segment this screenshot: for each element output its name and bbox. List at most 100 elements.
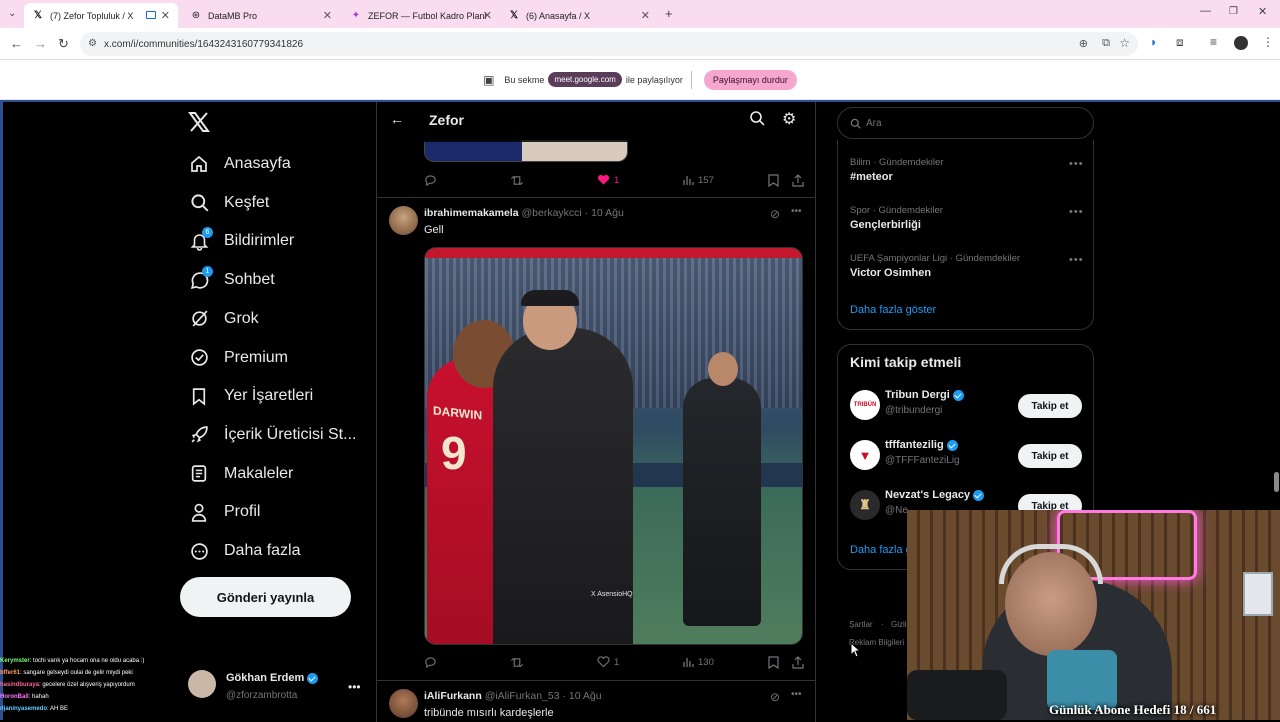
sidebar-item-1[interactable]: Anasayfa xyxy=(188,145,291,183)
post-more-icon[interactable]: ••• xyxy=(791,689,802,700)
window-close-icon[interactable]: ✕ xyxy=(1258,5,1267,18)
trend-name[interactable]: Gençlerbirliği xyxy=(850,219,921,231)
follow-show-more[interactable]: Daha fazla g xyxy=(850,544,912,556)
tab-close-icon[interactable]: ✕ xyxy=(483,9,492,22)
prev-post-image[interactable] xyxy=(424,140,628,162)
post-more-icon[interactable]: ••• xyxy=(791,206,802,217)
sidebar-item-7[interactable]: Yer İşaretleri xyxy=(188,377,313,415)
follow-button[interactable]: Takip et xyxy=(1018,394,1082,418)
post-author-name[interactable]: iAliFurkann xyxy=(424,690,482,702)
tab-search-icon[interactable]: ⌄ xyxy=(8,8,16,19)
post-avatar[interactable] xyxy=(389,206,418,235)
trend-more-icon[interactable]: ••• xyxy=(1069,158,1084,170)
cast-icon[interactable]: ⧉ xyxy=(1102,37,1110,50)
follow-name[interactable]: Nevzat's Legacy xyxy=(885,489,985,501)
like-button[interactable]: 1 xyxy=(597,656,619,668)
repost-icon[interactable] xyxy=(510,656,528,669)
x-logo-icon[interactable] xyxy=(187,110,213,136)
tab-close-icon[interactable]: ✕ xyxy=(161,9,170,22)
footer-privacy-link[interactable]: Gizlil xyxy=(891,620,908,629)
post-author-name[interactable]: ibrahimemakamela xyxy=(424,207,519,219)
search-box[interactable] xyxy=(837,107,1094,139)
sidebar-item-6[interactable]: Premium xyxy=(188,339,288,377)
share-icon[interactable] xyxy=(792,656,808,669)
sidebar-item-label: Grok xyxy=(224,309,259,327)
trend-more-icon[interactable]: ••• xyxy=(1069,206,1084,218)
views-button[interactable]: 157 xyxy=(682,174,714,186)
sidebar-item-4[interactable]: 1 Sohbet xyxy=(188,261,275,299)
chat-message: Kerymster: tochi varık ya hocam ona ne o… xyxy=(0,655,180,667)
bookmark-icon[interactable] xyxy=(768,174,783,187)
follow-handle: @Ne xyxy=(885,505,908,516)
like-button[interactable]: 1 xyxy=(597,174,619,186)
browser-tab[interactable]: ✦ ZEFOR — Futbol Kadro Planlam ✕ xyxy=(342,3,500,28)
bookmark-star-icon[interactable]: ☆ xyxy=(1119,36,1130,50)
new-tab-icon[interactable]: + xyxy=(665,6,673,21)
post-avatar[interactable] xyxy=(389,689,418,718)
trends-show-more[interactable]: Daha fazla göster xyxy=(850,304,936,316)
extension-icon[interactable]: ◗ xyxy=(1150,35,1157,49)
repost-icon[interactable] xyxy=(510,174,528,187)
restore-icon[interactable]: ❐ xyxy=(1229,6,1238,17)
views-button[interactable]: 130 xyxy=(682,656,714,668)
search-input[interactable] xyxy=(866,117,1066,129)
sidebar-item-8[interactable]: İçerik Üreticisi St... xyxy=(188,416,356,454)
reading-list-icon[interactable]: ≡ xyxy=(1210,35,1217,49)
post-media-video[interactable]: DARWIN 9 X AsensioHQ xyxy=(424,247,803,645)
post-button[interactable]: Gönderi yayınla xyxy=(180,577,351,617)
video-watermark: X AsensioHQ xyxy=(591,591,633,598)
grok-post-icon[interactable]: ⊘ xyxy=(770,690,780,704)
minimize-icon[interactable]: — xyxy=(1200,5,1211,17)
follow-avatar[interactable]: TRIBÜN xyxy=(850,390,880,420)
back-arrow-icon[interactable]: ← xyxy=(390,111,404,127)
post-date[interactable]: · 10 Ağu xyxy=(585,207,624,219)
follow-avatar[interactable]: ▼ xyxy=(850,440,880,470)
follow-name[interactable]: Tribun Dergi xyxy=(885,389,964,401)
header-search-icon[interactable] xyxy=(749,110,765,131)
account-more-icon[interactable]: ••• xyxy=(348,680,361,694)
sidebar-item-11[interactable]: Daha fazla xyxy=(188,532,301,570)
zoom-icon[interactable]: ⊕ xyxy=(1079,37,1088,50)
post-author-handle[interactable]: @berkaykcci xyxy=(521,207,581,219)
trend-more-icon[interactable]: ••• xyxy=(1069,254,1084,266)
browser-tab[interactable]: ⊛ DataMB Pro ✕ xyxy=(182,3,340,28)
browser-tab-active[interactable]: 𝕏 (7) Zefor Topluluk / X ✕ xyxy=(24,3,178,28)
bookmark-icon[interactable] xyxy=(768,656,783,669)
browser-tab[interactable]: 𝕏 (6) Anasayfa / X ✕ xyxy=(500,3,658,28)
follow-name[interactable]: tfffantezilig xyxy=(885,439,958,451)
sidebar-item-2[interactable]: Keşfet xyxy=(188,184,269,222)
who-to-follow-title: Kimi takip etmeli xyxy=(850,354,962,370)
reply-icon[interactable] xyxy=(424,174,441,187)
tab-close-icon[interactable]: ✕ xyxy=(323,9,332,22)
site-info-icon[interactable]: ⚙ xyxy=(88,38,97,49)
back-icon[interactable]: ← xyxy=(10,36,23,51)
sidebar-item-3[interactable]: 6 Bildirimler xyxy=(188,222,294,260)
share-domain-chip: meet.google.com xyxy=(548,72,622,87)
sidebar-item-5[interactable]: Grok xyxy=(188,300,259,338)
post-date[interactable]: · 10 Ağu xyxy=(562,690,601,702)
follow-avatar[interactable]: ♜ xyxy=(850,490,880,520)
account-switcher[interactable]: Gökhan Erdem xyxy=(226,672,319,684)
trend-name[interactable]: Victor Osimhen xyxy=(850,267,931,279)
header-settings-icon[interactable]: ⚙ xyxy=(782,109,796,129)
chat-message: hasindburaya: gecelere özel alışveriş ya… xyxy=(0,679,180,691)
follow-button[interactable]: Takip et xyxy=(1018,444,1082,468)
reply-icon[interactable] xyxy=(424,656,441,669)
grok-post-icon[interactable]: ⊘ xyxy=(770,207,780,221)
stop-sharing-button[interactable]: Paylaşmayı durdur xyxy=(703,69,797,90)
trend-name[interactable]: #meteor xyxy=(850,171,893,183)
profile-avatar[interactable] xyxy=(1234,36,1248,50)
reload-icon[interactable]: ↻ xyxy=(58,36,69,52)
puzzle-icon[interactable]: ⧈ xyxy=(1176,35,1184,50)
sidebar-item-9[interactable]: Makaleler xyxy=(188,455,293,493)
address-bar[interactable]: ⚙ x.com/i/communities/164324316077934182… xyxy=(80,32,1138,56)
footer-terms-link[interactable]: Şartlar xyxy=(849,620,873,629)
sidebar-item-10[interactable]: Profil xyxy=(188,493,260,531)
page-scrollbar-thumb[interactable] xyxy=(1274,472,1279,492)
post-author-handle[interactable]: @iAliFurkan_53 xyxy=(485,690,560,702)
menu-kebab-icon[interactable]: ⋮ xyxy=(1262,35,1274,49)
share-icon[interactable] xyxy=(792,174,808,187)
account-avatar[interactable] xyxy=(188,670,216,698)
tab-close-icon[interactable]: ✕ xyxy=(641,9,650,22)
forward-icon[interactable]: → xyxy=(34,36,47,51)
